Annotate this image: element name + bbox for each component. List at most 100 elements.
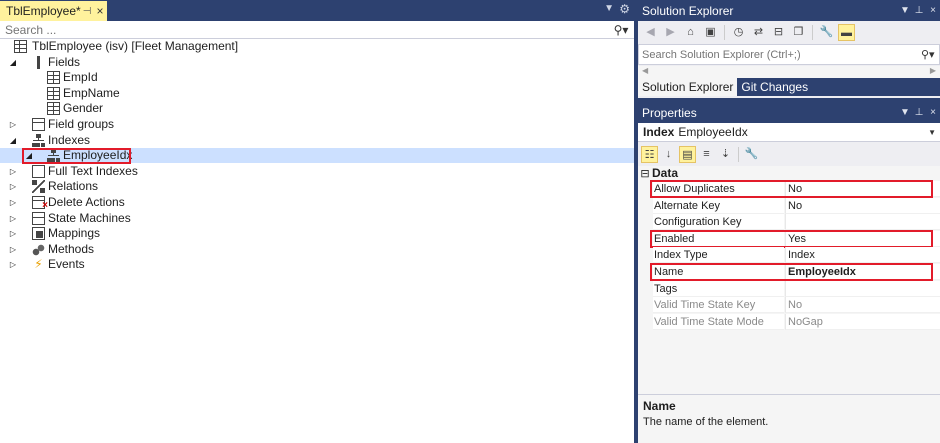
collapse-node-icon[interactable]: ◢ [8, 55, 18, 70]
properties-pane: Properties ▼ ⊥ × Index EmployeeIdx ▼ ☷ ↓… [638, 102, 940, 443]
categorized-icon[interactable]: ☷ [641, 145, 658, 163]
property-row[interactable]: Enabled Yes [638, 229, 940, 248]
tree-node-label: EmpId [63, 70, 98, 85]
property-pages-wrench-icon[interactable]: 🔧 [743, 146, 760, 163]
alphabetical-icon[interactable]: ↓ [660, 146, 677, 163]
close-icon[interactable]: × [926, 107, 940, 118]
property-row[interactable]: Index Type Index [638, 247, 940, 264]
property-name: Alternate Key [653, 197, 784, 214]
description-panel: Name The name of the element. [638, 394, 940, 443]
chevron-down-icon[interactable]: ▼ [928, 128, 936, 137]
sync-icon[interactable]: ⇄ [750, 24, 767, 41]
solution-explorer-title: Solution Explorer [642, 3, 734, 18]
property-row[interactable]: Tags [638, 280, 940, 297]
expand-node-icon[interactable]: ▷ [8, 179, 18, 194]
tab-list-dropdown-icon[interactable]: ▼ [604, 3, 614, 14]
window-position-dropdown-icon[interactable]: ▼ [898, 5, 912, 16]
events-list-icon[interactable]: ≡ [698, 146, 715, 163]
tree-node[interactable]: ▷ Full Text Indexes [0, 164, 634, 179]
expand-node-icon[interactable]: ▷ [8, 226, 18, 241]
expand-node-icon[interactable]: ▷ [8, 257, 18, 272]
close-icon[interactable]: × [926, 5, 940, 16]
property-value[interactable]: No [785, 197, 940, 214]
scroll-right-icon[interactable]: ▶ [930, 66, 936, 75]
category-header[interactable]: ⊟ Data [638, 165, 940, 181]
field-icon [47, 71, 60, 85]
highlight-box [650, 229, 933, 248]
tree-node[interactable]: ▷ Delete Actions [0, 195, 634, 213]
tree-node-label: Events [48, 257, 85, 272]
collapse-all-icon[interactable]: ⊟ [770, 24, 787, 41]
tree-node[interactable]: ◢ Fields [0, 55, 634, 70]
collapse-category-icon[interactable]: ⊟ [638, 167, 652, 180]
document-tab[interactable]: TblEmployee* ⊣ × [0, 1, 107, 21]
tree-node[interactable]: ▷ Field groups [0, 117, 634, 132]
property-value[interactable] [785, 214, 940, 231]
tree-node-label: Fields [48, 54, 81, 69]
property-row[interactable]: Name EmployeeIdx [638, 263, 940, 281]
properties-header: Properties ▼ ⊥ × [638, 102, 940, 123]
search-icon[interactable]: ⚲▾ [608, 23, 634, 37]
toolbar-separator [812, 24, 813, 40]
property-value[interactable]: No [785, 297, 940, 314]
sort-descending-icon[interactable]: ⇣ [717, 146, 734, 163]
expand-node-icon[interactable]: ▷ [8, 242, 18, 257]
window-position-dropdown-icon[interactable]: ▼ [898, 107, 912, 118]
preview-selected-items-icon[interactable]: ▬ [838, 23, 855, 41]
tree-node[interactable]: ▷ Relations [0, 179, 634, 194]
solution-explorer-search-input[interactable] [642, 48, 921, 61]
expand-node-icon[interactable]: ▷ [8, 164, 18, 179]
tree-node[interactable]: Gender [0, 101, 634, 116]
expand-node-icon[interactable]: ▷ [8, 195, 18, 210]
mappings-icon [32, 227, 45, 241]
property-value[interactable] [785, 280, 940, 297]
tab-solution-explorer[interactable]: Solution Explorer [638, 78, 738, 96]
property-value[interactable]: Index [785, 247, 940, 264]
property-row[interactable]: Valid Time State Mode NoGap [638, 313, 940, 330]
property-row[interactable]: Allow Duplicates No [638, 180, 940, 198]
property-row[interactable]: Valid Time State Key No [638, 297, 940, 314]
expand-node-icon[interactable]: ▷ [8, 211, 18, 226]
pin-icon[interactable]: ⊣ [81, 6, 93, 17]
property-name: Tags [653, 280, 784, 297]
property-grid: ⊟ Data Allow Duplicates No Alternate Key No… [638, 165, 940, 330]
tree-node[interactable]: ◢ EmployeeIdx [0, 148, 634, 165]
forward-icon[interactable]: ▶ [662, 24, 679, 41]
tree-node[interactable]: EmpId [0, 70, 634, 85]
search-icon[interactable]: ⚲▾ [921, 48, 939, 61]
tree-node[interactable]: ▷ State Machines [0, 211, 634, 226]
tree-node[interactable]: ▷ ⚡ Events [0, 257, 634, 272]
category-label: Data [652, 166, 679, 180]
properties-page-icon[interactable]: ▤ [679, 145, 696, 163]
close-tab-icon[interactable]: × [93, 4, 107, 18]
designer-search-bar: ⚲▾ [0, 21, 634, 39]
tree-node[interactable]: ▷ Methods [0, 242, 634, 257]
tree-node[interactable]: EmpName [0, 86, 634, 101]
object-selector[interactable]: Index EmployeeIdx ▼ [638, 123, 940, 142]
property-row[interactable]: Configuration Key [638, 214, 940, 231]
home-icon[interactable]: ⌂ [682, 24, 699, 41]
tab-git-changes[interactable]: Git Changes [737, 78, 812, 96]
switch-views-icon[interactable]: ▣ [702, 24, 719, 41]
tree-node[interactable]: ◢ Indexes [0, 133, 634, 148]
collapse-node-icon[interactable]: ◢ [8, 133, 18, 148]
expand-node-icon[interactable]: ▷ [8, 117, 18, 132]
designer-search-input[interactable] [5, 22, 608, 37]
horizontal-scrollbar[interactable]: ◀ ▶ [638, 66, 940, 78]
tree-node-label: Relations [48, 179, 99, 194]
pin-icon[interactable]: ⊥ [912, 107, 926, 118]
tree-node[interactable]: TblEmployee (isv) [Fleet Management] [0, 39, 634, 54]
pending-changes-filter-icon[interactable]: ◷ [730, 24, 747, 41]
property-value[interactable]: NoGap [785, 313, 940, 330]
tree-node-label: TblEmployee (isv) [Fleet Management] [32, 39, 239, 53]
properties-wrench-icon[interactable]: 🔧 [818, 24, 835, 41]
gear-icon[interactable]: ⚙ [619, 2, 630, 16]
show-all-files-icon[interactable]: ❐ [790, 24, 807, 41]
property-row[interactable]: Alternate Key No [638, 197, 940, 214]
back-icon[interactable]: ◀ [642, 24, 659, 41]
tree-node[interactable]: ▷ Mappings [0, 226, 634, 241]
highlight-box [650, 180, 933, 198]
pin-icon[interactable]: ⊥ [912, 5, 926, 16]
scroll-left-icon[interactable]: ◀ [642, 66, 648, 75]
object-name: EmployeeIdx [678, 125, 748, 139]
